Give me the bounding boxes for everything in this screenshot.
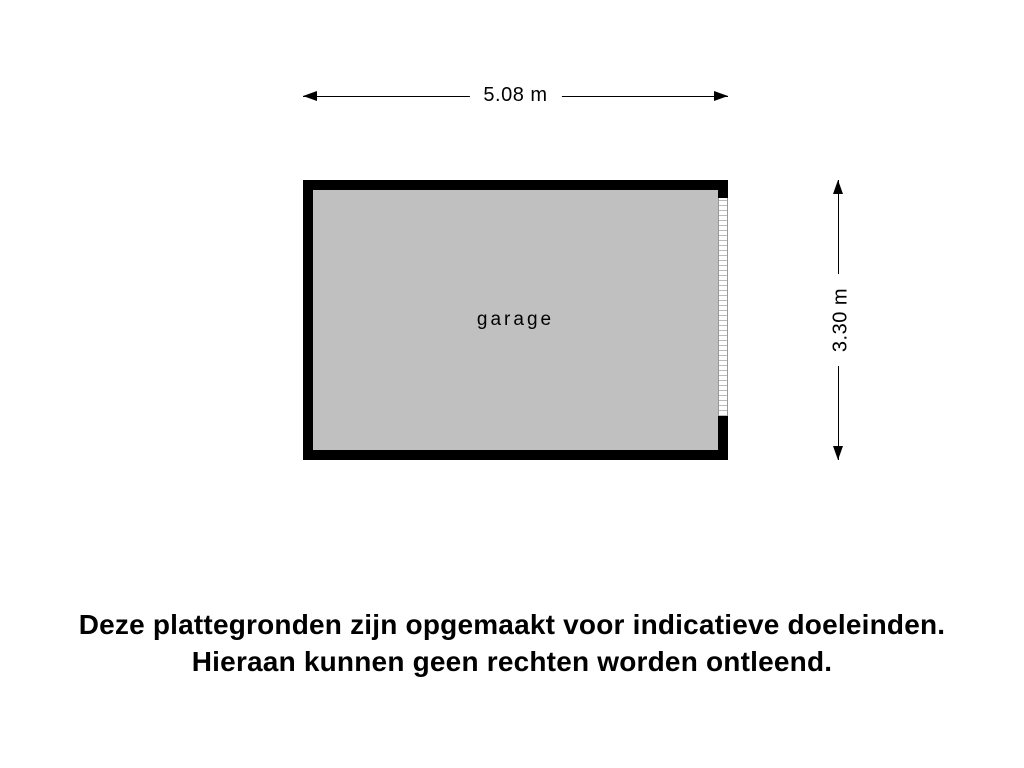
dimension-right: 3.30 m [826,180,856,460]
door-hatch-icon [719,198,727,416]
dimension-height-label: 3.30 m [830,274,853,366]
arrow-up-icon [833,180,843,194]
disclaimer-text: Deze plattegronden zijn opgemaakt voor i… [0,607,1024,680]
arrow-down-icon [833,446,843,460]
door-opening [718,198,728,416]
floorplan-canvas: 5.08 m 3.30 m garage Deze plattegronden … [0,0,1024,768]
disclaimer-line2: Hieraan kunnen geen rechten worden ontle… [0,644,1024,680]
wall-right-bottom [718,416,728,460]
dimension-top: 5.08 m [303,84,728,114]
dimension-width-label: 5.08 m [469,84,561,107]
wall-bottom [303,450,728,460]
room-garage: garage [303,180,728,460]
wall-top [303,180,728,190]
arrow-right-icon [714,91,728,101]
wall-right-top [718,180,728,198]
disclaimer-line1: Deze plattegronden zijn opgemaakt voor i… [0,607,1024,643]
room-label: garage [477,309,554,331]
arrow-left-icon [303,91,317,101]
wall-left [303,180,313,460]
